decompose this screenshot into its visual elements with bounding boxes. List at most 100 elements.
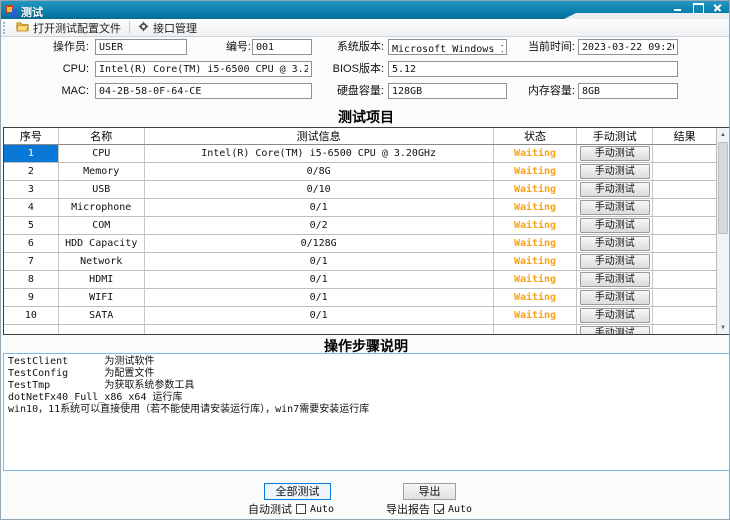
row-status: Waiting (514, 184, 556, 195)
table-rows: 1 CPU Intel(R) Core(TM) i5-6500 CPU @ 3.… (4, 145, 716, 334)
open-config-button[interactable]: 打开测试配置文件 (11, 19, 126, 37)
manual-test-button[interactable]: 手动测试 (580, 290, 650, 305)
bios-version-field[interactable] (388, 61, 678, 77)
manual-test-button[interactable]: 手动测试 (580, 146, 650, 161)
row-test-info: 0/1 (310, 202, 328, 213)
manual-test-button[interactable]: 手动测试 (580, 326, 650, 334)
open-folder-icon (16, 21, 29, 35)
table-row[interactable]: 7 Network 0/1 Waiting 手动测试 (4, 253, 716, 271)
toolbar: 打开测试配置文件 接口管理 (1, 19, 729, 37)
titlebar: 测试 (1, 1, 729, 19)
row-test-info: 0/1 (310, 292, 328, 303)
toolbar-grip-handle[interactable] (3, 22, 7, 34)
table-row[interactable]: 5 COM 0/2 Waiting 手动测试 (4, 217, 716, 235)
row-name: Network (80, 256, 122, 267)
row-index: 9 (28, 292, 34, 303)
table-header-row: 序号 名称 测试信息 状态 手动测试 结果 (4, 128, 716, 145)
row-status: Waiting (514, 202, 556, 213)
row-test-info: 0/1 (310, 256, 328, 267)
mac-label: MAC: (19, 84, 89, 99)
row-test-info: 0/8G (307, 166, 331, 177)
table-row[interactable]: 10 SATA 0/1 Waiting 手动测试 (4, 307, 716, 325)
row-status: Waiting (514, 292, 556, 303)
row-index: 3 (28, 184, 34, 195)
row-status: Waiting (514, 148, 556, 159)
row-status: Waiting (514, 310, 556, 321)
manual-test-button[interactable]: 手动测试 (580, 182, 650, 197)
os-version-label: 系统版本: (321, 40, 384, 55)
operator-field[interactable] (95, 39, 187, 55)
row-test-info: 0/1 (310, 274, 328, 285)
table-row[interactable]: 2 Memory 0/8G Waiting 手动测试 (4, 163, 716, 181)
manual-test-button[interactable]: 手动测试 (580, 254, 650, 269)
export-button[interactable]: 导出 (403, 483, 456, 500)
column-header-info[interactable]: 测试信息 (145, 128, 494, 144)
current-time-field[interactable] (578, 39, 678, 55)
gear-icon (138, 21, 149, 35)
table-row[interactable]: 1 CPU Intel(R) Core(TM) i5-6500 CPU @ 3.… (4, 145, 716, 163)
number-field[interactable] (252, 39, 312, 55)
column-header-result[interactable]: 结果 (653, 128, 716, 144)
interface-management-button[interactable]: 接口管理 (133, 19, 202, 37)
interface-management-label: 接口管理 (153, 20, 197, 36)
auto-test-checkbox[interactable] (296, 504, 306, 514)
os-version-field[interactable] (388, 39, 507, 55)
table-row[interactable]: 9 WIFI 0/1 Waiting 手动测试 (4, 289, 716, 307)
row-status: Waiting (514, 238, 556, 249)
auto-test-caption: Auto (310, 504, 334, 515)
manual-test-button[interactable]: 手动测试 (580, 272, 650, 287)
close-button[interactable] (712, 3, 723, 12)
row-name: SATA (89, 310, 113, 321)
open-config-label: 打开测试配置文件 (33, 20, 121, 36)
row-index: 6 (28, 238, 34, 249)
row-status: Waiting (514, 256, 556, 267)
column-header-manual[interactable]: 手动测试 (577, 128, 653, 144)
cpu-field[interactable] (95, 61, 312, 77)
table-row[interactable]: 6 HDD Capacity 0/128G Waiting 手动测试 (4, 235, 716, 253)
row-index: 4 (28, 202, 34, 213)
column-header-index[interactable]: 序号 (4, 128, 59, 144)
minimize-button[interactable] (672, 3, 683, 12)
auto-test-label: 自动测试 (248, 501, 292, 517)
export-report-checkbox[interactable] (434, 504, 444, 514)
row-name: CPU (92, 148, 110, 159)
manual-test-button[interactable]: 手动测试 (580, 164, 650, 179)
export-report-caption: Auto (448, 504, 472, 515)
row-name: USB (92, 184, 110, 195)
table-row[interactable]: 手动测试 (4, 325, 716, 334)
toolbar-separator (129, 21, 130, 34)
row-test-info: 0/10 (307, 184, 331, 195)
test-all-button[interactable]: 全部测试 (264, 483, 331, 500)
manual-test-button[interactable]: 手动测试 (580, 218, 650, 233)
hdd-capacity-label: 硬盘容量: (321, 84, 384, 99)
window-controls (672, 3, 723, 12)
column-header-status[interactable]: 状态 (494, 128, 578, 144)
bios-version-label: BIOS版本: (321, 62, 384, 77)
current-time-label: 当前时间: (512, 40, 575, 55)
manual-test-button[interactable]: 手动测试 (580, 200, 650, 215)
row-index: 5 (28, 220, 34, 231)
table-row[interactable]: 3 USB 0/10 Waiting 手动测试 (4, 181, 716, 199)
column-header-name[interactable]: 名称 (59, 128, 145, 144)
manual-test-button[interactable]: 手动测试 (580, 308, 650, 323)
scrollbar-thumb[interactable] (718, 142, 728, 234)
number-label: 编号: (207, 40, 251, 55)
scroll-up-icon[interactable]: ▲ (717, 128, 729, 141)
row-status: Waiting (514, 220, 556, 231)
row-status: Waiting (514, 274, 556, 285)
scroll-down-icon[interactable]: ▼ (717, 321, 729, 334)
instructions-box[interactable]: TestClient 为测试软件 TestConfig 为配置文件 TestTm… (3, 353, 730, 471)
row-index: 8 (28, 274, 34, 285)
row-index: 1 (28, 148, 34, 159)
hdd-capacity-field[interactable] (388, 83, 507, 99)
table-scrollbar[interactable]: ▲ ▼ (716, 128, 729, 334)
ram-capacity-field[interactable] (578, 83, 678, 99)
manual-test-button[interactable]: 手动测试 (580, 236, 650, 251)
mac-field[interactable] (95, 83, 312, 99)
row-test-info: 0/1 (310, 310, 328, 321)
row-status: Waiting (514, 166, 556, 177)
table-row[interactable]: 4 Microphone 0/1 Waiting 手动测试 (4, 199, 716, 217)
table-row[interactable]: 8 HDMI 0/1 Waiting 手动测试 (4, 271, 716, 289)
cpu-label: CPU: (19, 62, 89, 77)
maximize-button[interactable] (692, 3, 703, 12)
